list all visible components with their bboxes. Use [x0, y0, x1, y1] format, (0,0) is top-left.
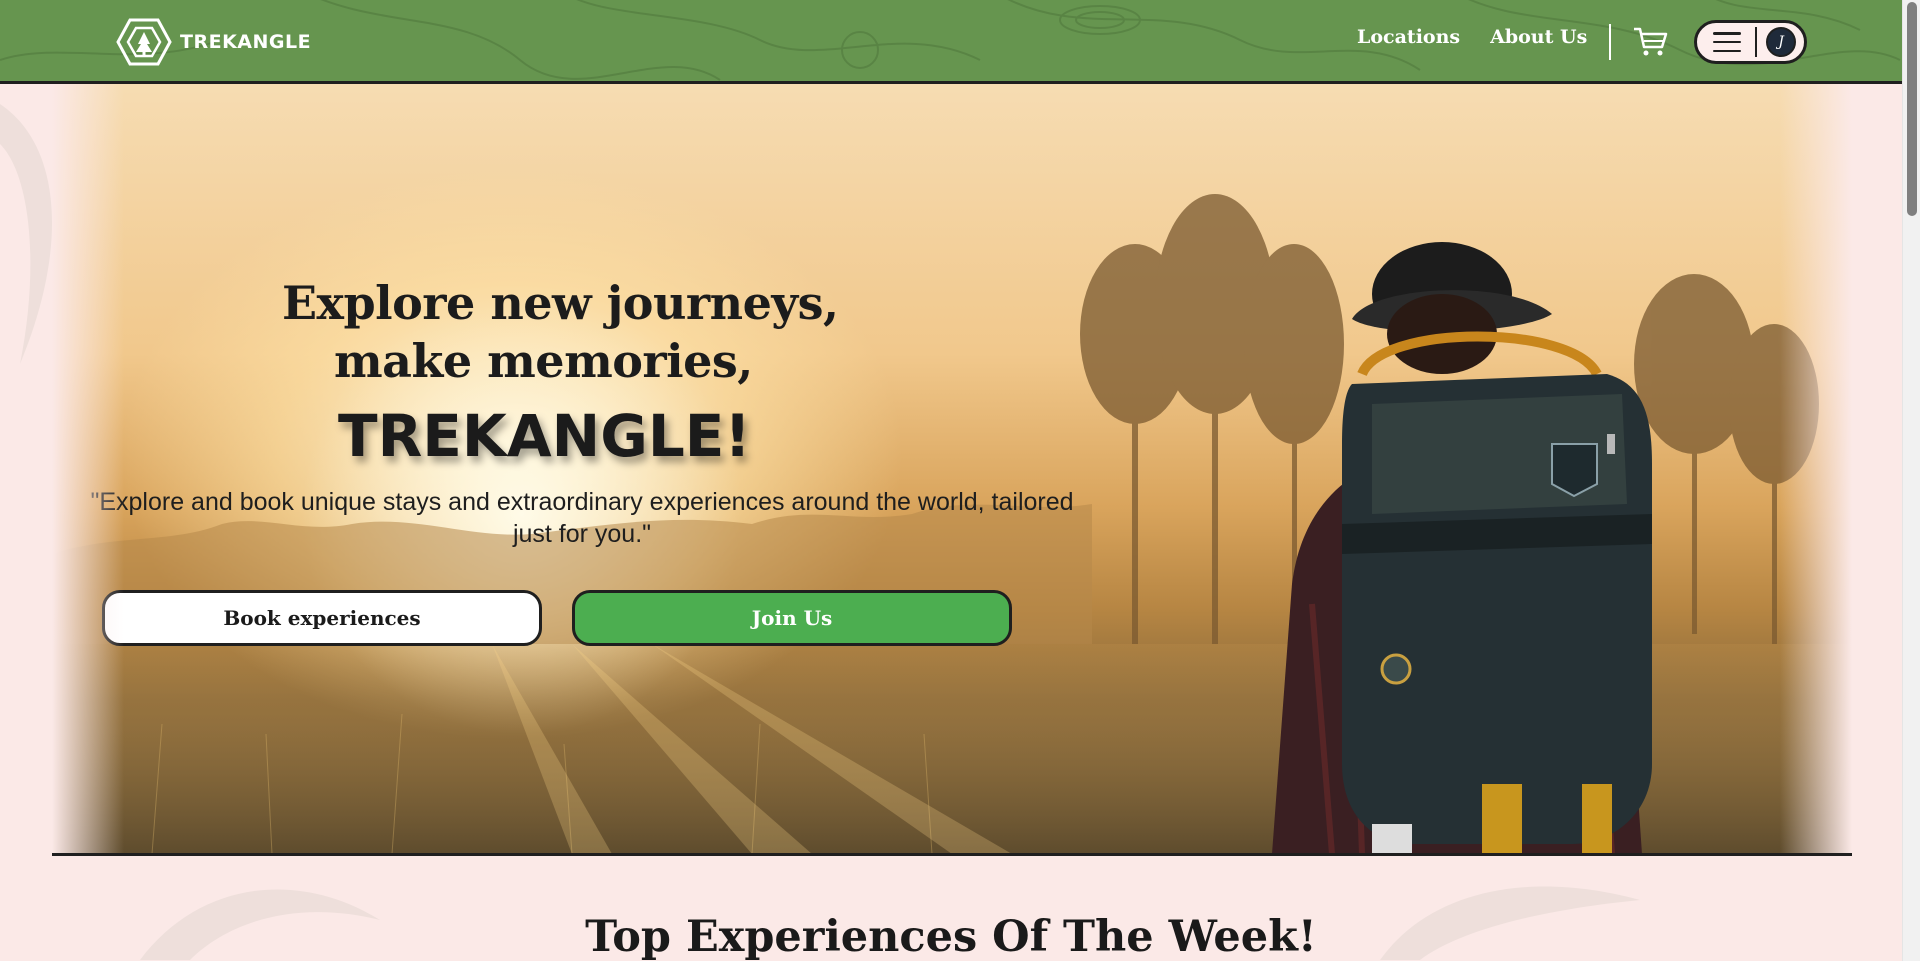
nav-link-locations[interactable]: Locations: [1357, 26, 1460, 48]
hexagon-tree-logo: [116, 18, 172, 66]
nav-link-about-us[interactable]: About Us: [1490, 26, 1587, 48]
hero-title-line2: make memories,: [334, 334, 753, 388]
hero-title: Explore new journeys, make memories,: [282, 274, 982, 390]
hero-brand-text: TREKANGLE!: [338, 402, 751, 470]
nav-links: Locations About Us: [1357, 26, 1587, 48]
hamburger-icon: [1713, 32, 1741, 52]
hiker-sunset-image: [52, 194, 1852, 854]
brand[interactable]: TREKANGLE: [116, 16, 311, 68]
menu-separator: [1755, 27, 1757, 57]
avatar-icon: J: [1766, 27, 1796, 57]
join-us-button[interactable]: Join Us: [572, 590, 1012, 646]
hero-divider: [52, 853, 1852, 856]
hero-banner: Explore new journeys, make memories, TRE…: [52, 84, 1852, 854]
top-navbar: TREKANGLE Locations About Us J: [0, 0, 1902, 84]
cart-icon[interactable]: [1632, 26, 1668, 58]
brand-name: TREKANGLE: [180, 31, 312, 53]
page-scrollbar[interactable]: [1902, 0, 1920, 961]
user-menu-button[interactable]: J: [1694, 20, 1807, 64]
hero-quote: "Explore and book unique stays and extra…: [90, 488, 1074, 548]
scrollbar-thumb[interactable]: [1907, 2, 1917, 216]
book-experiences-button[interactable]: Book experiences: [102, 590, 542, 646]
hero-title-line1: Explore new journeys,: [282, 276, 839, 330]
section-title-top-experiences: Top Experiences Of The Week!: [585, 912, 1317, 961]
nav-divider: [1609, 24, 1611, 60]
